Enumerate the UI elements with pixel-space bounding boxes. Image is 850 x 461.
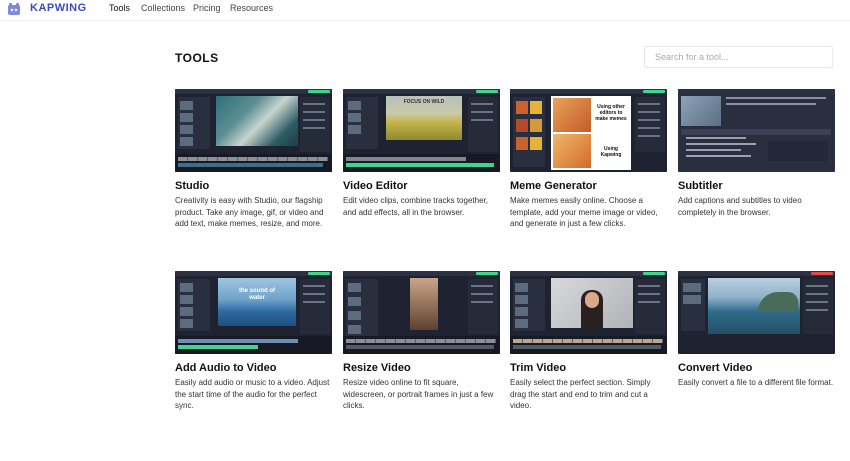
tool-description: Make memes easily online. Choose a templ… xyxy=(510,196,658,228)
meme-bottom-text: Using Kapwing xyxy=(600,146,622,158)
studio-thumbnail xyxy=(175,89,332,172)
add-audio-thumbnail: the sound of water xyxy=(175,271,332,354)
nav-collections[interactable]: Collections xyxy=(141,3,185,13)
search-tool-input[interactable] xyxy=(644,46,833,68)
tool-title[interactable]: Studio xyxy=(175,180,209,192)
tool-title[interactable]: Add Audio to Video xyxy=(175,362,276,374)
tool-card-subtitler[interactable]: Subtitler Add captions and subtitles to … xyxy=(678,89,835,229)
tool-card-add-audio[interactable]: the sound of water Add Audio to Video Ea… xyxy=(175,271,332,411)
tool-description: Edit video clips, combine tracks togethe… xyxy=(343,196,488,217)
tool-card-convert-video[interactable]: Convert Video Easily convert a file to a… xyxy=(678,271,835,411)
thumb-caption: FOCUS ON WILD xyxy=(403,99,445,105)
tool-card-video-editor[interactable]: FOCUS ON WILD Video Editor Edit video cl… xyxy=(343,89,500,229)
meme-top-text: Using other editors to make memes xyxy=(595,104,627,122)
tool-title[interactable]: Meme Generator xyxy=(510,180,597,192)
video-editor-thumbnail: FOCUS ON WILD xyxy=(343,89,500,172)
tool-title[interactable]: Trim Video xyxy=(510,362,566,374)
top-nav-bar: KAPWING Tools Collections Pricing Resour… xyxy=(0,0,850,21)
tool-description: Easily add audio or music to a video. Ad… xyxy=(175,378,330,410)
tool-card-meme-generator[interactable]: Using other editors to make memes Using … xyxy=(510,89,667,229)
brand-name[interactable]: KAPWING xyxy=(30,2,87,14)
nav-pricing[interactable]: Pricing xyxy=(193,3,221,13)
tool-card-resize-video[interactable]: Resize Video Resize video online to fit … xyxy=(343,271,500,411)
tool-title[interactable]: Subtitler xyxy=(678,180,723,192)
tool-description: Easily convert a file to a different fil… xyxy=(678,378,834,387)
kapwing-logo-icon[interactable] xyxy=(7,2,21,16)
tool-description: Creativity is easy with Studio, our flag… xyxy=(175,196,324,228)
page-title: TOOLS xyxy=(175,51,219,65)
convert-video-thumbnail xyxy=(678,271,835,354)
tool-card-trim-video[interactable]: Trim Video Easily select the perfect sec… xyxy=(510,271,667,411)
tool-card-studio[interactable]: Studio Creativity is easy with Studio, o… xyxy=(175,89,332,229)
thumb-caption: the sound of water xyxy=(239,288,275,301)
nav-tools[interactable]: Tools xyxy=(109,3,130,13)
tool-title[interactable]: Video Editor xyxy=(343,180,408,192)
resize-video-thumbnail xyxy=(343,271,500,354)
subtitler-thumbnail xyxy=(678,89,835,172)
tool-description: Easily select the perfect section. Simpl… xyxy=(510,378,651,410)
meme-generator-thumbnail: Using other editors to make memes Using … xyxy=(510,89,667,172)
tool-description: Resize video online to fit square, wides… xyxy=(343,378,494,410)
tool-title[interactable]: Resize Video xyxy=(343,362,411,374)
tool-title[interactable]: Convert Video xyxy=(678,362,752,374)
trim-video-thumbnail xyxy=(510,271,667,354)
tool-description: Add captions and subtitles to video comp… xyxy=(678,196,802,217)
nav-resources[interactable]: Resources xyxy=(230,3,273,13)
